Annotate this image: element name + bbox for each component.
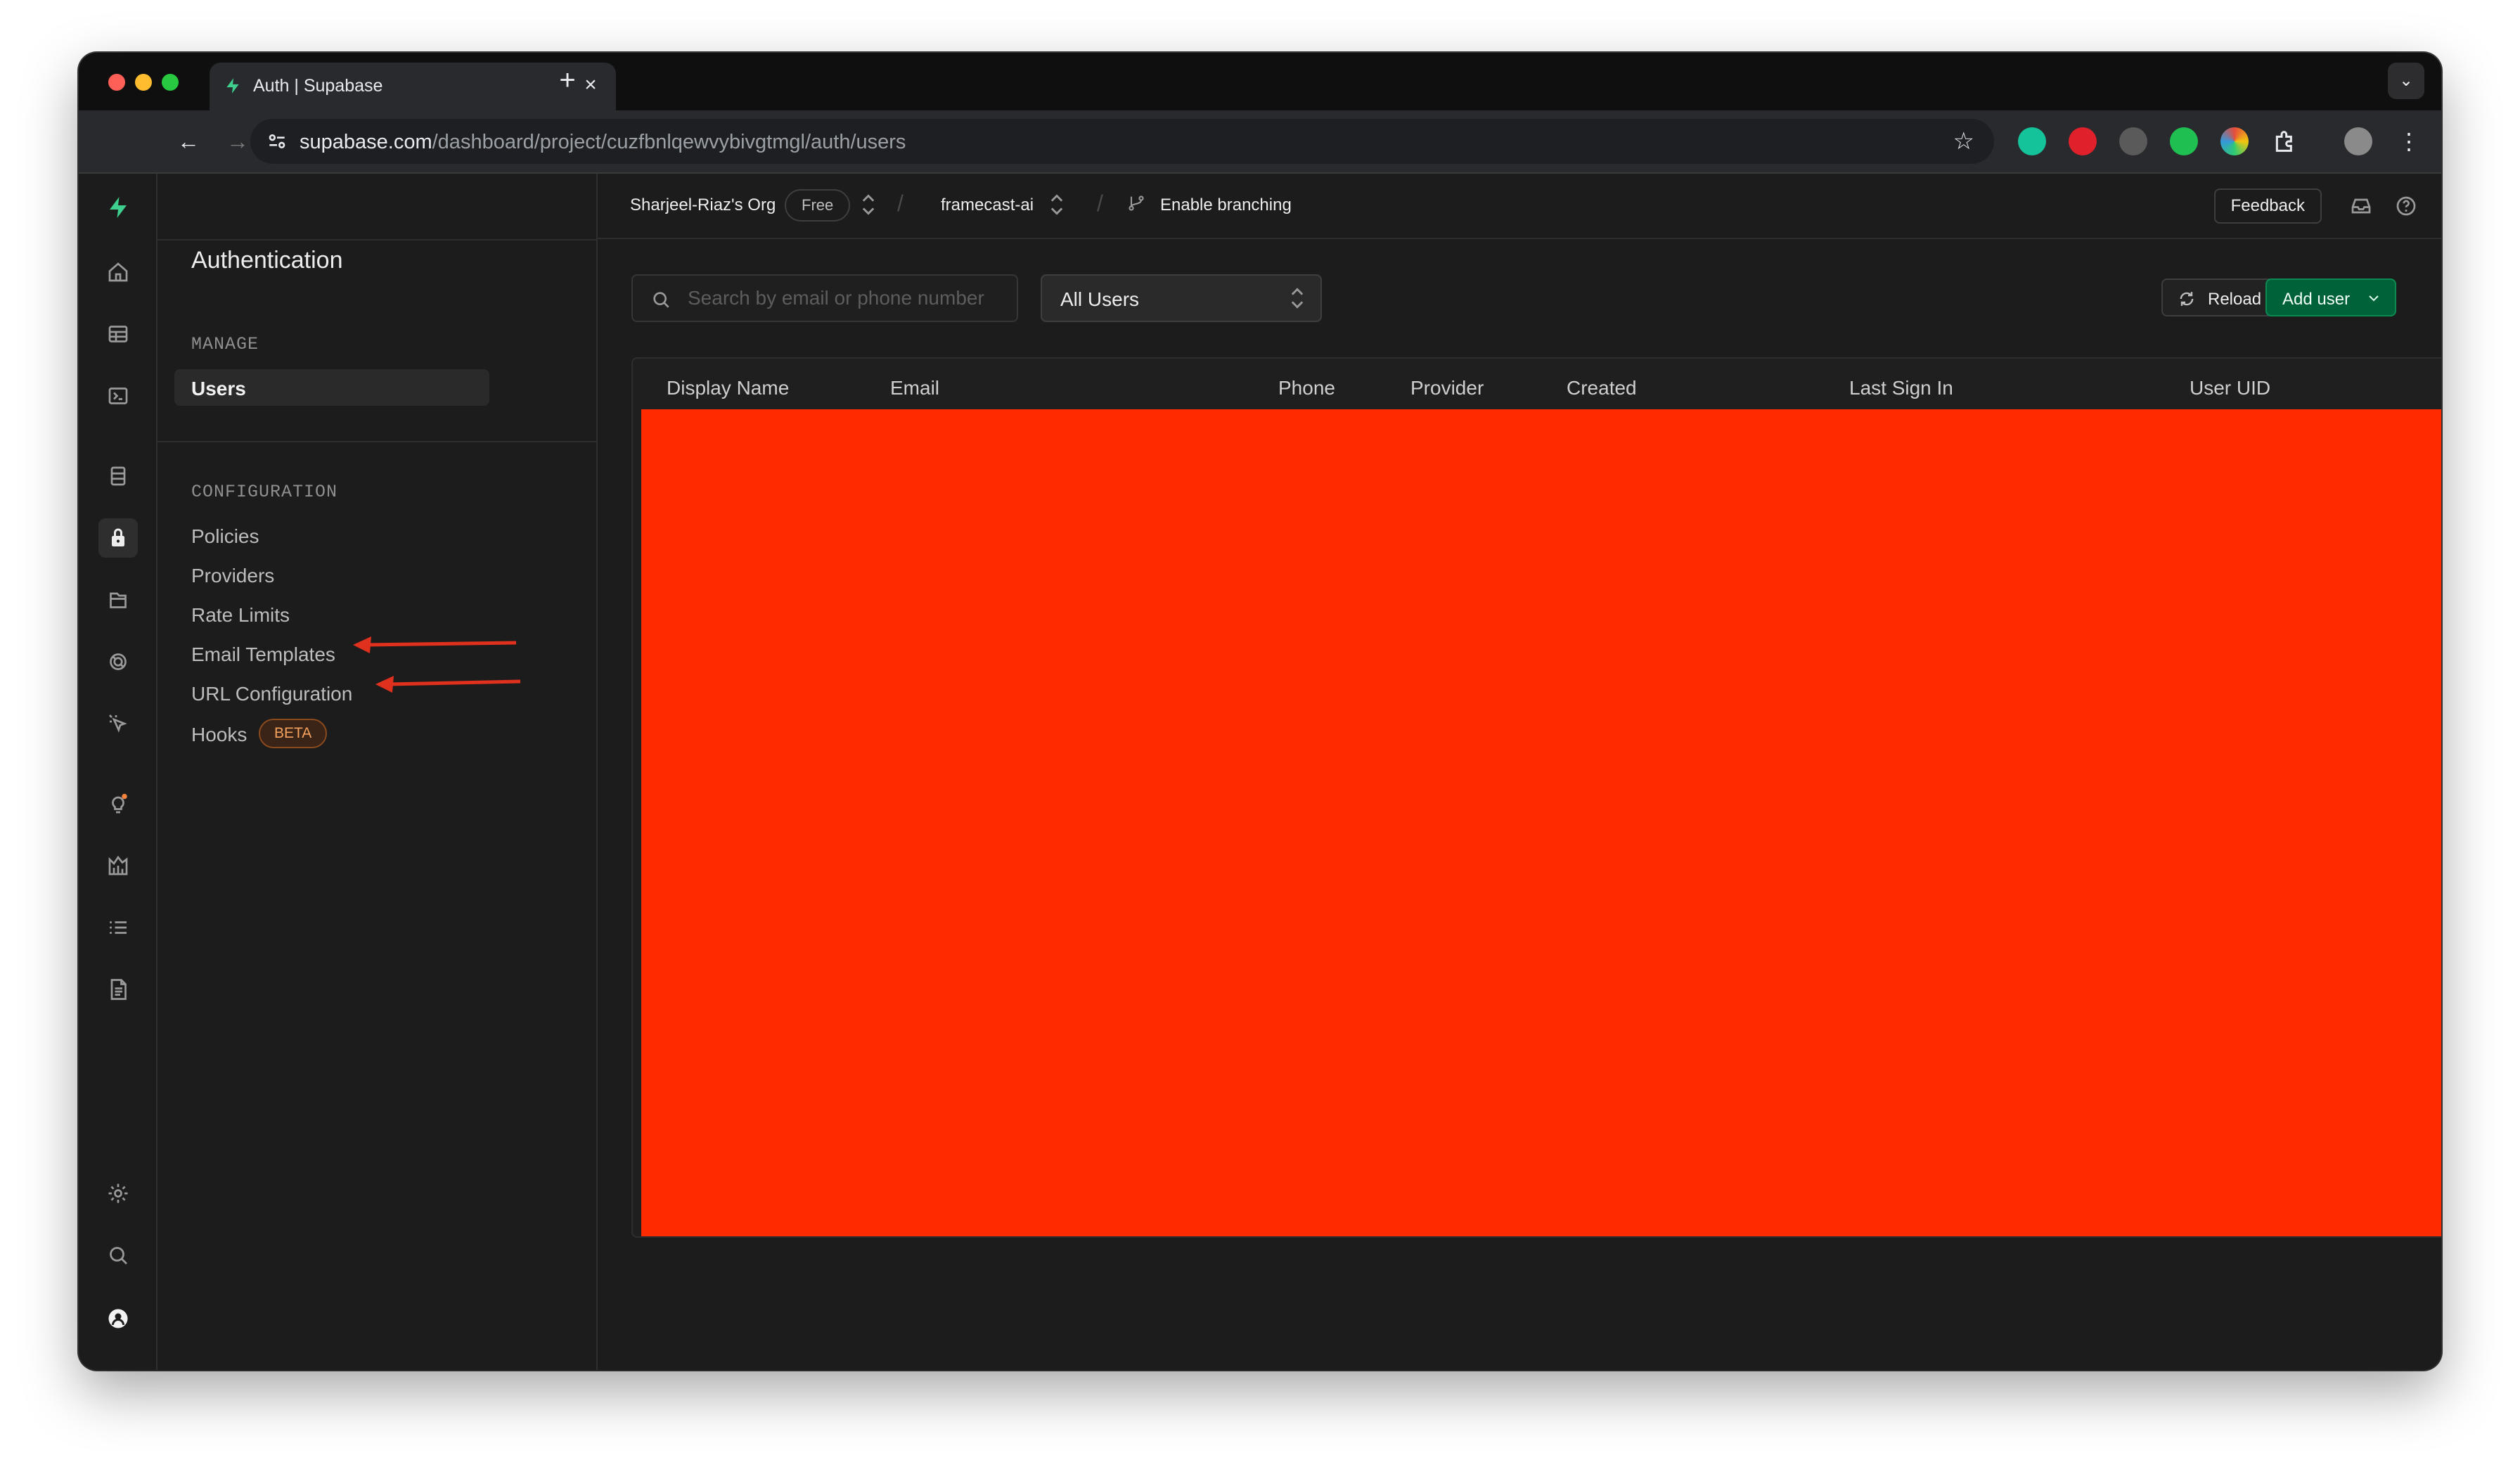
user-search-input[interactable] [688, 276, 1004, 321]
column-header-last-sign-in[interactable]: Last Sign In [1849, 377, 1953, 399]
add-user-label: Add user [2282, 290, 2351, 309]
logs-icon[interactable] [98, 908, 138, 947]
column-header-provider[interactable]: Provider [1410, 377, 1484, 399]
breadcrumb-separator: / [1097, 191, 1103, 216]
side-menu-item-users[interactable]: Users [191, 378, 246, 400]
org-switcher-chevron-icon[interactable] [861, 192, 876, 217]
reload-button[interactable]: Reload [2161, 278, 2274, 316]
git-branch-icon [1129, 196, 1144, 211]
annotation-arrow-url-configuration [375, 676, 521, 693]
url-text: supabase.com/dashboard/project/cuzfbnlqe… [300, 131, 906, 153]
edge-functions-icon[interactable] [98, 642, 138, 681]
user-account-icon[interactable] [98, 1299, 138, 1338]
search-icon[interactable] [98, 1236, 138, 1275]
site-settings-icon[interactable] [266, 130, 288, 153]
sql-editor-icon[interactable] [98, 376, 138, 416]
extension-red-icon[interactable] [2069, 127, 2097, 155]
hooks-beta-badge: BETA [259, 719, 328, 748]
org-name[interactable]: Sharjeel-Riaz's Org [630, 196, 776, 215]
profile-avatar[interactable] [2344, 127, 2372, 155]
column-header-email[interactable]: Email [890, 377, 939, 399]
inbox-icon[interactable] [2348, 193, 2374, 219]
extension-green-icon[interactable] [2170, 127, 2198, 155]
side-menu-header-divider [158, 239, 598, 241]
side-menu-item-providers[interactable]: Providers [191, 565, 274, 587]
address-bar[interactable]: supabase.com/dashboard/project/cuzfbnlqe… [250, 119, 1994, 164]
column-header-created[interactable]: Created [1567, 377, 1637, 399]
tab-bar: Auth | Supabase × + ⌄ [79, 53, 2441, 110]
realtime-icon[interactable] [98, 704, 138, 743]
help-icon[interactable] [2393, 193, 2419, 219]
side-menu-item-url-configuration[interactable]: URL Configuration [191, 683, 352, 705]
side-menu-item-hooks[interactable]: Hooks [191, 724, 247, 746]
zoom-window-button[interactable] [162, 74, 179, 91]
supabase-app: Authentication MANAGE Users CONFIGURATIO… [79, 174, 2441, 1370]
database-icon[interactable] [98, 456, 138, 496]
add-user-button[interactable]: Add user [2265, 278, 2396, 316]
minimize-window-button[interactable] [135, 74, 152, 91]
new-tab-button[interactable]: + [550, 63, 585, 98]
back-icon[interactable]: ← [173, 126, 204, 157]
annotation-arrow-email-templates [353, 636, 517, 653]
enable-branching-link[interactable]: Enable branching [1160, 196, 1292, 215]
user-filter-select[interactable]: All Users [1041, 274, 1322, 322]
grammarly-extension-icon[interactable] [2018, 127, 2046, 155]
forward-icon[interactable]: → [222, 126, 253, 157]
advisors-icon[interactable] [98, 784, 138, 823]
api-docs-icon[interactable] [98, 970, 138, 1009]
project-name[interactable]: framecast-ai [941, 196, 1034, 215]
storage-icon[interactable] [98, 580, 138, 620]
browser-window: Auth | Supabase × + ⌄ ← → supabase.com/d… [79, 53, 2441, 1370]
redacted-user-rows [641, 409, 2441, 1236]
users-page: All Users Reload Add user Display Name E… [598, 239, 2441, 1370]
nav-rail [79, 174, 158, 1370]
column-header-phone[interactable]: Phone [1278, 377, 1335, 399]
table-editor-icon[interactable] [98, 314, 138, 354]
user-search-box[interactable] [631, 274, 1018, 322]
supabase-favicon-icon [226, 78, 239, 94]
project-bar: Sharjeel-Riaz's Org Free / framecast-ai … [598, 174, 2441, 239]
reports-icon[interactable] [98, 846, 138, 885]
tab-title: Auth | Supabase [253, 76, 383, 96]
project-switcher-chevron-icon[interactable] [1049, 192, 1065, 217]
column-header-user-uid[interactable]: User UID [2190, 377, 2270, 399]
refresh-icon [2180, 292, 2194, 306]
breadcrumb-separator: / [897, 191, 904, 216]
supabase-logo-icon[interactable] [98, 188, 138, 227]
manage-section-label: MANAGE [191, 334, 259, 354]
side-menu-title: Authentication [191, 247, 343, 274]
extension-gray-icon[interactable] [2119, 127, 2147, 155]
home-icon[interactable] [98, 252, 138, 292]
search-icon [653, 292, 669, 308]
column-header-display-name[interactable]: Display Name [667, 377, 789, 399]
extensions-puzzle-icon[interactable] [2271, 127, 2299, 155]
extension-color-icon[interactable] [2220, 127, 2249, 155]
browser-toolbar: ← → supabase.com/dashboard/project/cuzfb… [79, 110, 2441, 174]
side-menu-item-email-templates[interactable]: Email Templates [191, 643, 335, 666]
authentication-icon[interactable] [98, 518, 138, 558]
bookmark-star-icon[interactable]: ☆ [1953, 127, 1974, 155]
user-filter-value: All Users [1060, 288, 1140, 310]
feedback-button[interactable]: Feedback [2213, 188, 2322, 224]
close-window-button[interactable] [108, 74, 125, 91]
configuration-section-label: CONFIGURATION [191, 482, 338, 502]
browser-menu-icon[interactable]: ⋮ [2393, 126, 2424, 157]
settings-gear-icon[interactable] [98, 1174, 138, 1213]
side-menu-item-rate-limits[interactable]: Rate Limits [191, 604, 290, 627]
side-menu-item-policies[interactable]: Policies [191, 525, 259, 548]
chevron-down-icon [2369, 295, 2379, 302]
reload-label: Reload [2208, 290, 2262, 309]
tab-search-button[interactable]: ⌄ [2388, 63, 2424, 99]
users-table: Display Name Email Phone Provider Create… [631, 357, 2441, 1238]
select-chevron-icon [1291, 288, 1304, 309]
side-menu-divider [158, 441, 598, 442]
plan-badge: Free [785, 189, 851, 222]
